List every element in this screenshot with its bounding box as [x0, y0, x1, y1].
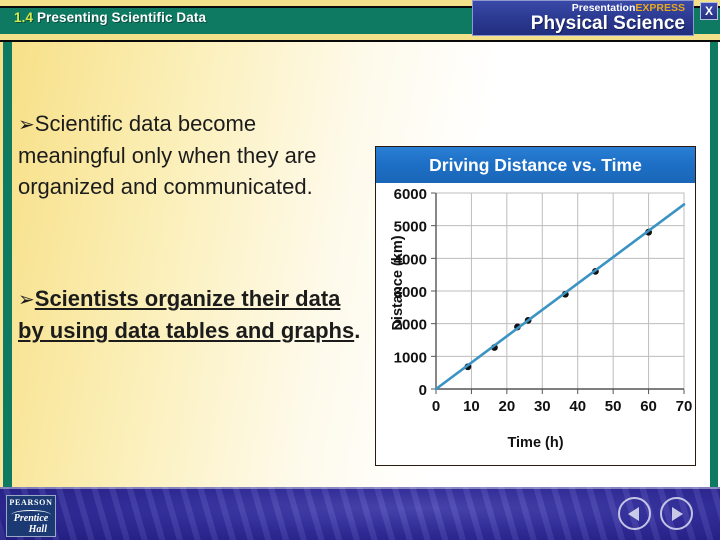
bullet-item-2-period: .: [354, 318, 361, 343]
chart-area: Distance (km) Time (h) 0 10 20 30 40 50 60 70 0 1…: [376, 183, 695, 465]
svg-text:70: 70: [676, 398, 693, 415]
bullet-item-1-text: Scientific data become meaningful only w…: [18, 111, 317, 199]
svg-text:30: 30: [534, 398, 551, 415]
chart-title: Driving Distance vs. Time: [376, 147, 695, 183]
svg-text:40: 40: [569, 398, 586, 415]
svg-text:50: 50: [605, 398, 622, 415]
brand-plate: PresentationEXPRESS Physical Science: [472, 0, 694, 36]
bullet-item-1: ➢Scientific data become meaningful only …: [18, 108, 363, 202]
svg-text:0: 0: [432, 398, 440, 415]
logo-prentice-word: Prentice: [13, 513, 49, 524]
svg-text:6000: 6000: [394, 186, 427, 203]
chevron-right-icon: [672, 507, 683, 521]
bullet-item-2-text: Scientists organize their data by using …: [18, 286, 355, 343]
brand-subject: Physical Science: [530, 13, 685, 34]
body-top-rule: [0, 40, 720, 42]
svg-text:5000: 5000: [394, 219, 427, 236]
slide-root: 1.4 Presenting Scientific Data Presentat…: [0, 0, 720, 540]
pearson-prentice-hall-logo: PEARSON Prentice Hall: [6, 495, 56, 537]
next-slide-button[interactable]: [660, 497, 693, 530]
section-number: 1.4: [14, 10, 34, 25]
logo-hall-word: Hall: [28, 524, 47, 535]
chevron-left-icon: [628, 507, 639, 521]
chart-card: Driving Distance vs. Time Distance (km) …: [375, 146, 696, 466]
svg-text:4000: 4000: [394, 251, 427, 268]
chart-plot: 0 10 20 30 40 50 60 70 0 1000 2000 3000 4000 5000 6000: [394, 186, 693, 415]
bottom-navigation-bar: PEARSON Prentice Hall: [0, 487, 720, 540]
arrow-bullet-icon: ➢: [18, 112, 35, 136]
svg-text:20: 20: [499, 398, 516, 415]
page-title: 1.4 Presenting Scientific Data: [14, 10, 206, 25]
previous-slide-button[interactable]: [618, 497, 651, 530]
svg-text:10: 10: [463, 398, 480, 415]
svg-text:1000: 1000: [394, 349, 427, 366]
bullet-item-2: ➢Scientists organize their data by using…: [18, 283, 363, 346]
section-title: Presenting Scientific Data: [36, 10, 207, 25]
bottom-bar-highlight: [0, 487, 720, 489]
svg-text:60: 60: [640, 398, 657, 415]
close-button[interactable]: X: [700, 2, 718, 20]
slide-body: ➢Scientific data become meaningful only …: [0, 40, 720, 487]
arrow-bullet-icon: ➢: [18, 287, 35, 311]
svg-text:2000: 2000: [394, 317, 427, 334]
right-accent-rail: [710, 42, 718, 487]
logo-pearson-word: PEARSON: [9, 498, 53, 507]
left-accent-rail: [3, 42, 12, 487]
svg-text:0: 0: [419, 382, 427, 399]
svg-text:3000: 3000: [394, 284, 427, 301]
